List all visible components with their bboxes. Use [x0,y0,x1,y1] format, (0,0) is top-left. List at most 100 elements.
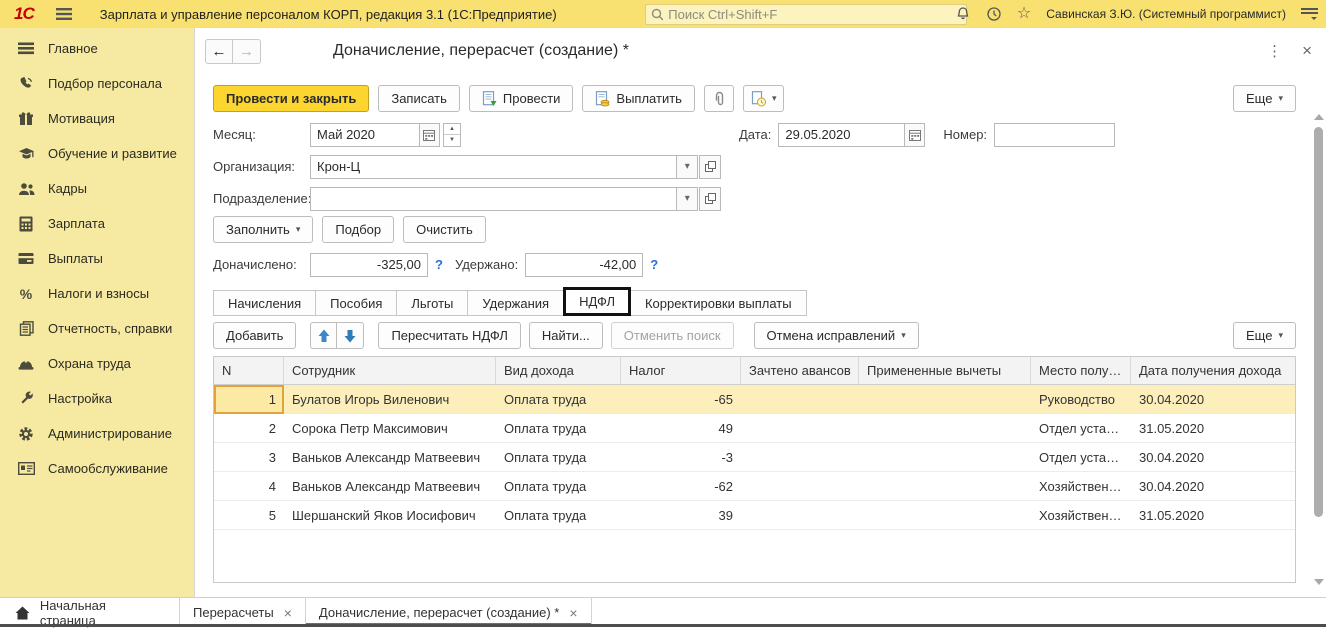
column-header-income-type[interactable]: Вид дохода [496,357,621,384]
home-page-tab[interactable]: Начальная страница [0,598,180,627]
vertical-scrollbar[interactable] [1313,114,1324,585]
reminder-menu-button[interactable]: ▾ [743,85,785,112]
open-windows-bar: Начальная страница Перерасчеты × Доначис… [0,597,1326,627]
main-menu-icon[interactable] [56,8,72,20]
tab-uderzhaniya[interactable]: Удержания [467,290,564,316]
step-up-icon[interactable]: ▲ [444,124,460,136]
accrued-input[interactable] [310,253,428,277]
close-tab-icon[interactable]: × [569,605,577,621]
withheld-input[interactable] [525,253,643,277]
more-actions-icon[interactable]: ⋮ [1267,42,1282,60]
column-header-place[interactable]: Место полу… [1031,357,1131,384]
open-item-icon[interactable] [699,155,721,179]
open-item-icon[interactable] [699,187,721,211]
table-header: N Сотрудник Вид дохода Налог Зачтено ава… [214,357,1295,385]
document-form: ← → Доначисление, перерасчет (создание) … [195,28,1326,597]
sidebar-item-glavnoe[interactable]: Главное [0,31,194,66]
page-tabs: Начисления Пособия Льготы Удержания НДФЛ… [213,286,806,316]
gear-icon [17,426,35,442]
sidebar-item-administrirovanie[interactable]: Администрирование [0,416,194,451]
column-header-n[interactable]: N [214,357,284,384]
write-button[interactable]: Записать [378,85,460,112]
scroll-up-icon[interactable] [1314,114,1324,120]
document-header: ← → Доначисление, перерасчет (создание) … [205,36,1312,66]
chevron-down-icon[interactable]: ▾ [677,155,698,179]
help-icon[interactable]: ? [435,257,443,272]
close-tab-icon[interactable]: × [284,605,292,621]
favorites-star-icon[interactable]: ☆ [1017,6,1031,22]
table-row[interactable]: 1 Булатов Игорь Виленович Оплата труда -… [214,385,1295,414]
column-header-employee[interactable]: Сотрудник [284,357,496,384]
fill-button[interactable]: Заполнить▾ [213,216,313,243]
undo-fixes-button[interactable]: Отмена исправлений▾ [754,322,919,349]
attachments-button[interactable] [704,85,734,112]
sidebar-item-vyplaty[interactable]: Выплаты [0,241,194,276]
window-tab-pereraschety[interactable]: Перерасчеты × [180,598,306,627]
move-down-button[interactable] [337,322,364,349]
scroll-down-icon[interactable] [1314,579,1324,585]
post-button[interactable]: Провести [469,85,574,112]
column-header-advance[interactable]: Зачтено авансов [741,357,859,384]
sidebar-item-ohrana-truda[interactable]: Охрана труда [0,346,194,381]
table-more-button[interactable]: Еще▾ [1233,322,1296,349]
sidebar-item-nastroyka[interactable]: Настройка [0,381,194,416]
tab-posobiya[interactable]: Пособия [315,290,397,316]
notifications-bell-icon[interactable] [955,6,971,22]
table-row[interactable]: 2 Сорока Петр Максимович Оплата труда 49… [214,414,1295,443]
sidebar-item-nalogi[interactable]: % Налоги и взносы [0,276,194,311]
calendar-icon[interactable] [420,123,440,147]
paperclip-icon [712,91,726,107]
clear-button[interactable]: Очистить [403,216,486,243]
window-tab-donachislenie[interactable]: Доначисление, перерасчет (создание) * × [306,598,592,627]
search-input[interactable] [668,7,961,22]
history-back-button[interactable]: ← [205,39,233,64]
history-icon[interactable] [986,6,1002,22]
number-input[interactable] [994,123,1115,147]
sidebar-item-podbor-personala[interactable]: Подбор персонала [0,66,194,101]
pay-button[interactable]: Выплатить [582,85,695,112]
recalc-ndfl-button[interactable]: Пересчитать НДФЛ [378,322,520,349]
pick-button[interactable]: Подбор [322,216,394,243]
step-down-icon[interactable]: ▼ [444,135,460,146]
document-title: Доначисление, перерасчет (создание) * [333,42,629,60]
column-header-income-date[interactable]: Дата получения дохода [1131,357,1295,384]
calendar-icon[interactable] [905,123,925,147]
current-user[interactable]: Савинская З.Ю. (Системный программист) [1046,7,1286,21]
move-up-button[interactable] [310,322,337,349]
sidebar-item-obuchenie[interactable]: Обучение и развитие [0,136,194,171]
sidebar-item-otchetnost[interactable]: Отчетность, справки [0,311,194,346]
close-icon[interactable]: × [1302,41,1312,61]
add-row-button[interactable]: Добавить [213,322,296,349]
post-and-close-button[interactable]: Провести и закрыть [213,85,369,112]
date-input[interactable] [778,123,905,147]
tab-ndfl[interactable]: НДФЛ [563,287,631,316]
table-row[interactable]: 4 Ваньков Александр Матвеевич Оплата тру… [214,472,1295,501]
top-icons: ☆ Савинская З.Ю. (Системный программист) [955,0,1318,28]
global-search[interactable] [645,4,967,25]
form-more-button[interactable]: Еще▾ [1233,85,1296,112]
tab-lgoty[interactable]: Льготы [396,290,468,316]
service-menu-icon[interactable] [1301,7,1318,21]
organization-input[interactable] [310,155,677,179]
table-row[interactable]: 3 Ваньков Александр Матвеевич Оплата тру… [214,443,1295,472]
department-input[interactable] [310,187,677,211]
find-button[interactable]: Найти... [529,322,603,349]
chevron-down-icon[interactable]: ▾ [677,187,698,211]
month-stepper[interactable]: ▲ ▼ [443,123,461,147]
sidebar-item-motivatsiya[interactable]: Мотивация [0,101,194,136]
sidebar-item-zarplata[interactable]: Зарплата [0,206,194,241]
sidebar-item-samoobsluzhivanie[interactable]: Самообслуживание [0,451,194,486]
document-clock-icon [751,91,766,107]
tab-nachisleniya[interactable]: Начисления [213,290,316,316]
scrollbar-thumb[interactable] [1314,127,1323,517]
column-header-deductions[interactable]: Примененные вычеты [859,357,1031,384]
tab-korrektirovki[interactable]: Корректировки выплаты [630,290,807,316]
table-toolbar: Добавить Пересчитать НДФЛ Найти... Отмен… [213,322,1296,349]
history-forward-button[interactable]: → [233,39,261,64]
column-header-tax[interactable]: Налог [621,357,741,384]
month-input[interactable] [310,123,420,147]
help-icon[interactable]: ? [650,257,658,272]
cancel-search-button: Отменить поиск [611,322,734,349]
sidebar-item-kadry[interactable]: Кадры [0,171,194,206]
table-row[interactable]: 5 Шершанский Яков Иосифович Оплата труда… [214,501,1295,530]
